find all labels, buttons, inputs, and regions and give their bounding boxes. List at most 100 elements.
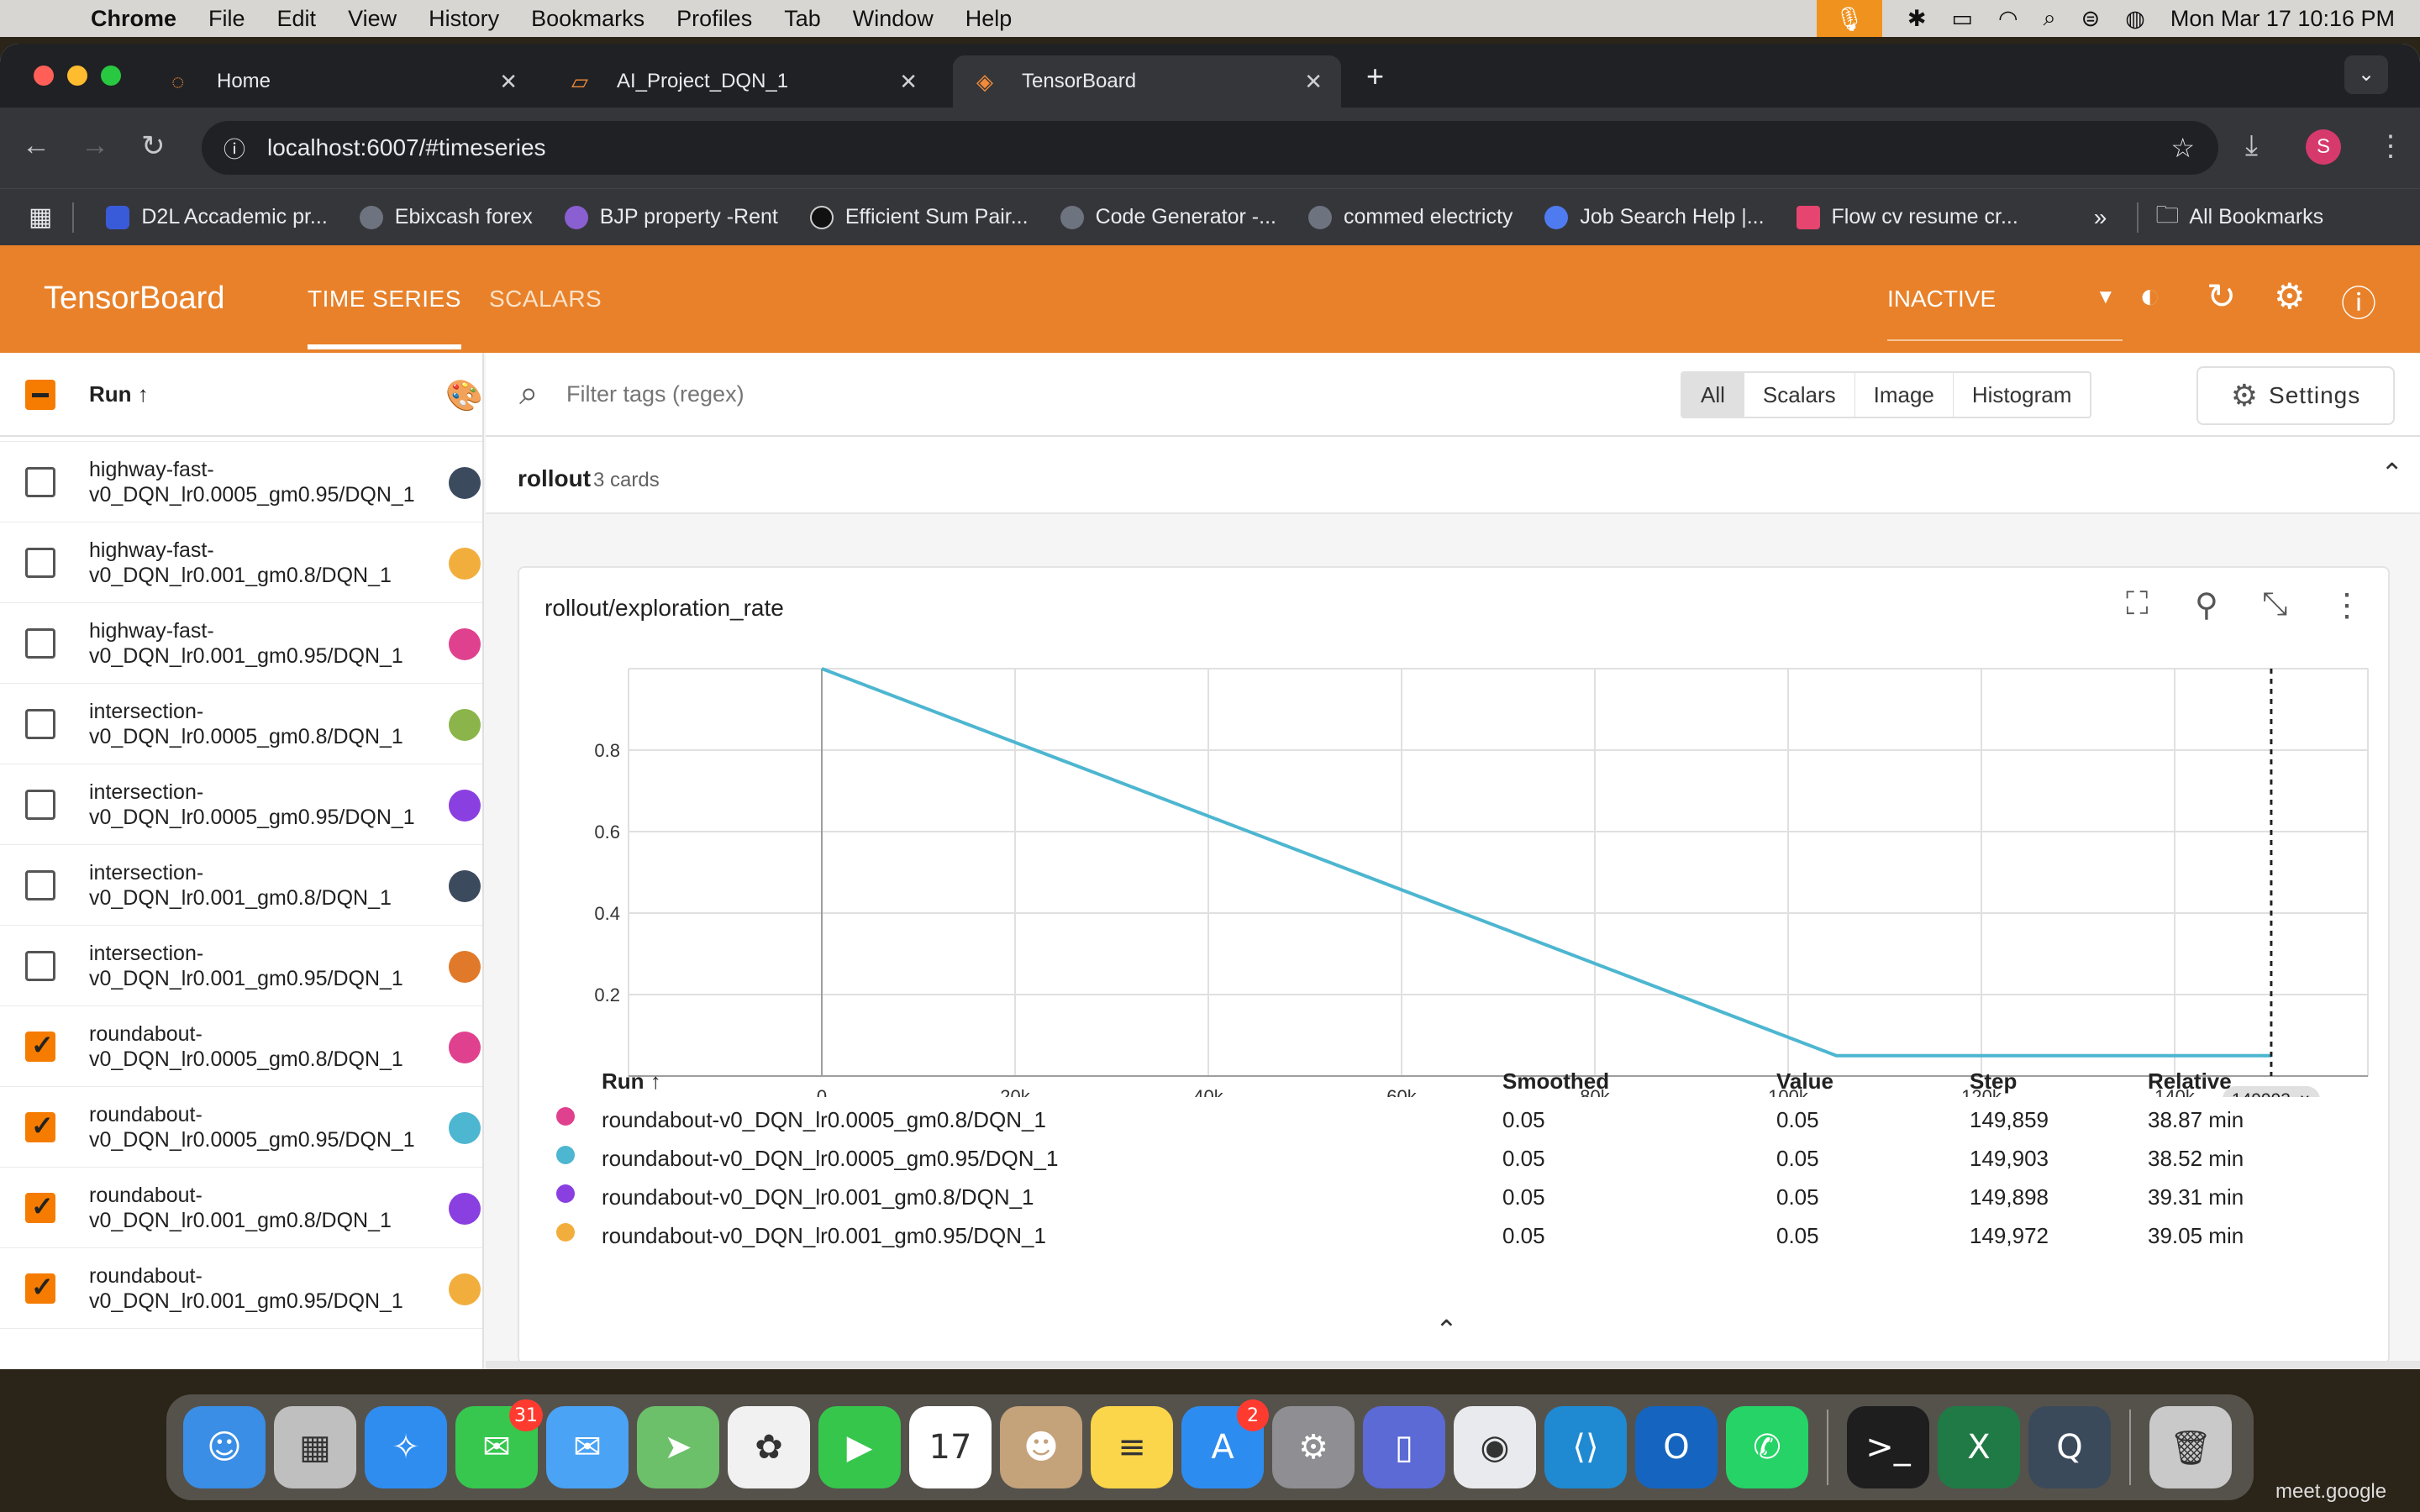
filter-histogram-button[interactable]: Histogram <box>1954 373 2090 417</box>
menu-app-name[interactable]: Chrome <box>91 6 176 32</box>
close-tab-icon[interactable]: ✕ <box>899 69 918 95</box>
contacts-icon[interactable]: ☻ <box>1000 1406 1082 1488</box>
palette-icon[interactable]: 🎨 <box>445 378 482 413</box>
spotlight-search-icon[interactable]: ⌕ <box>2044 5 2056 32</box>
run-row[interactable]: highway-fast-v0_DQN_lr0.0005_gm0.95/DQN_… <box>0 442 482 522</box>
menu-window[interactable]: Window <box>853 6 934 32</box>
run-color-swatch[interactable] <box>449 548 481 580</box>
bookmark-item[interactable]: BJP property -Rent <box>564 205 778 229</box>
all-bookmarks-button[interactable]: 🗀 All Bookmarks <box>2155 197 2323 238</box>
tab-scalars[interactable]: SCALARS <box>489 286 602 312</box>
excel-icon[interactable]: X <box>1938 1406 2020 1488</box>
run-checkbox[interactable] <box>25 870 55 900</box>
bookmark-item[interactable]: Efficient Sum Pair... <box>809 205 1028 229</box>
run-color-swatch[interactable] <box>449 1273 481 1305</box>
new-tab-button[interactable]: + <box>1366 59 1384 94</box>
wifi-icon[interactable]: ◠ <box>1998 6 2018 32</box>
filter-all-button[interactable]: All <box>1682 373 1744 417</box>
run-row[interactable]: roundabout-v0_DQN_lr0.001_gm0.95/DQN_1 <box>0 1248 482 1329</box>
collapse-card-icon[interactable]: ⤡ <box>2262 586 2287 622</box>
select-all-runs-checkbox[interactable] <box>25 380 55 410</box>
dropdown-caret-icon[interactable]: ▼ <box>2096 286 2116 309</box>
collapse-chevron-icon[interactable]: ⌃ <box>2381 457 2403 489</box>
meet-indicator[interactable]: meet.google <box>2275 1480 2386 1504</box>
run-checkbox[interactable] <box>25 709 55 739</box>
run-color-swatch[interactable] <box>449 709 481 741</box>
more-menu-icon[interactable]: ⋮ <box>2376 129 2405 163</box>
close-tab-icon[interactable]: ✕ <box>499 69 518 95</box>
horizontal-scrollbar[interactable] <box>486 1361 2420 1369</box>
run-row[interactable]: roundabout-v0_DQN_lr0.0005_gm0.8/DQN_1 <box>0 1006 482 1087</box>
run-color-swatch[interactable] <box>449 870 481 902</box>
run-color-swatch[interactable] <box>449 1112 481 1144</box>
bookmark-item[interactable]: D2L Accademic pr... <box>106 205 328 229</box>
settings-gear-icon[interactable]: ⚙ <box>2274 276 2306 317</box>
pin-icon[interactable]: ⚲ <box>2195 586 2218 624</box>
tensorboard-logo-title[interactable]: TensorBoard <box>44 281 224 317</box>
line-chart[interactable]: 020k40k60k80k100k120k140k0.20.40.60.8149… <box>519 627 2391 1097</box>
maximize-window-button[interactable] <box>101 66 121 86</box>
filter-tags-input[interactable]: Filter tags (regex) <box>566 381 744 407</box>
run-checkbox[interactable] <box>25 1271 55 1304</box>
menu-history[interactable]: History <box>429 6 499 32</box>
bookmark-item[interactable]: Code Generator -... <box>1060 205 1276 229</box>
run-row[interactable]: roundabout-v0_DQN_lr0.0005_gm0.95/DQN_1 <box>0 1087 482 1168</box>
battery-icon[interactable]: ▭ <box>1951 6 1973 32</box>
mail-icon[interactable]: ✉ <box>546 1406 629 1488</box>
run-checkbox[interactable] <box>25 1190 55 1223</box>
menu-tab[interactable]: Tab <box>784 6 821 32</box>
trash-icon[interactable]: 🗑 <box>2149 1406 2232 1488</box>
menu-profiles[interactable]: Profiles <box>676 6 752 32</box>
dark-mode-toggle-icon[interactable]: ◐ <box>2139 276 2160 316</box>
run-checkbox[interactable] <box>25 1110 55 1142</box>
run-row[interactable]: intersection-v0_DQN_lr0.001_gm0.95/DQN_1 <box>0 926 482 1006</box>
settings-button[interactable]: ⚙ Settings <box>2196 366 2395 425</box>
facetime-icon[interactable]: ▶ <box>818 1406 901 1488</box>
microphone-icon[interactable]: 🎙 <box>1816 0 1882 37</box>
more-options-icon[interactable]: ⋮ <box>2331 586 2363 624</box>
menu-view[interactable]: View <box>348 6 397 32</box>
apps-grid-icon[interactable]: ▦ <box>29 202 52 232</box>
reload-icon[interactable]: ↻ <box>141 129 166 163</box>
system-settings-icon[interactable]: ⚙ <box>1272 1406 1355 1488</box>
run-color-swatch[interactable] <box>449 1193 481 1225</box>
run-checkbox[interactable] <box>25 548 55 578</box>
address-bar[interactable]: ⓘ localhost:6007/#timeseries ☆ <box>202 121 2218 175</box>
run-checkbox[interactable] <box>25 951 55 981</box>
quicktime-icon[interactable]: Q <box>2028 1406 2111 1488</box>
run-color-swatch[interactable] <box>449 1032 481 1063</box>
messages-icon[interactable]: ✉ 31 <box>455 1399 543 1488</box>
menubar-datetime[interactable]: Mon Mar 17 10:16 PM <box>2170 6 2395 32</box>
outlook-icon[interactable]: O <box>1635 1406 1718 1488</box>
fit-domain-icon[interactable]: ⛶ <box>2126 586 2149 622</box>
bluetooth-icon[interactable]: ✱ <box>1907 6 1927 32</box>
run-row[interactable]: highway-fast-v0_DQN_lr0.001_gm0.95/DQN_1 <box>0 603 482 684</box>
bookmark-item[interactable]: Flow cv resume cr... <box>1796 205 2018 229</box>
filter-image-button[interactable]: Image <box>1855 373 1954 417</box>
close-tab-icon[interactable]: ✕ <box>1304 69 1323 95</box>
card-group-header[interactable]: rollout 3 cards ⌃ <box>486 437 2420 514</box>
chrome-icon[interactable]: ◉ <box>1454 1406 1536 1488</box>
photos-icon[interactable]: ✿ <box>728 1406 810 1488</box>
site-info-icon[interactable]: ⓘ <box>224 133 245 164</box>
run-color-swatch[interactable] <box>449 628 481 660</box>
finder-icon[interactable]: ☺ <box>183 1406 266 1488</box>
terminal-icon[interactable]: >_ <box>1847 1406 1929 1488</box>
tab-ai-project[interactable]: ▱ AI_Project_DQN_1 ✕ <box>548 55 936 108</box>
vscode-icon[interactable]: ⟨⟩ <box>1544 1406 1627 1488</box>
profile-avatar[interactable]: S <box>2306 129 2341 165</box>
run-row[interactable]: highway-fast-v0_DQN_lr0.001_gm0.8/DQN_1 <box>0 522 482 603</box>
run-row[interactable]: intersection-v0_DQN_lr0.001_gm0.8/DQN_1 <box>0 845 482 926</box>
control-center-icon[interactable]: ⊜ <box>2081 6 2101 32</box>
maps-icon[interactable]: ➤ <box>637 1406 719 1488</box>
launchpad-icon[interactable]: ▦ <box>274 1406 356 1488</box>
bookmark-star-icon[interactable]: ☆ <box>2170 132 2195 164</box>
iphone-mirroring-icon[interactable]: ▯ <box>1363 1406 1445 1488</box>
tab-time-series[interactable]: TIME SERIES <box>308 286 461 349</box>
app-store-icon[interactable]: A2 <box>1181 1399 1269 1488</box>
calendar-icon[interactable]: 17 <box>909 1406 992 1488</box>
run-checkbox[interactable] <box>25 467 55 497</box>
menu-edit[interactable]: Edit <box>277 6 317 32</box>
safari-icon[interactable]: ✧ <box>365 1406 447 1488</box>
url-text[interactable]: localhost:6007/#timeseries <box>267 134 546 161</box>
